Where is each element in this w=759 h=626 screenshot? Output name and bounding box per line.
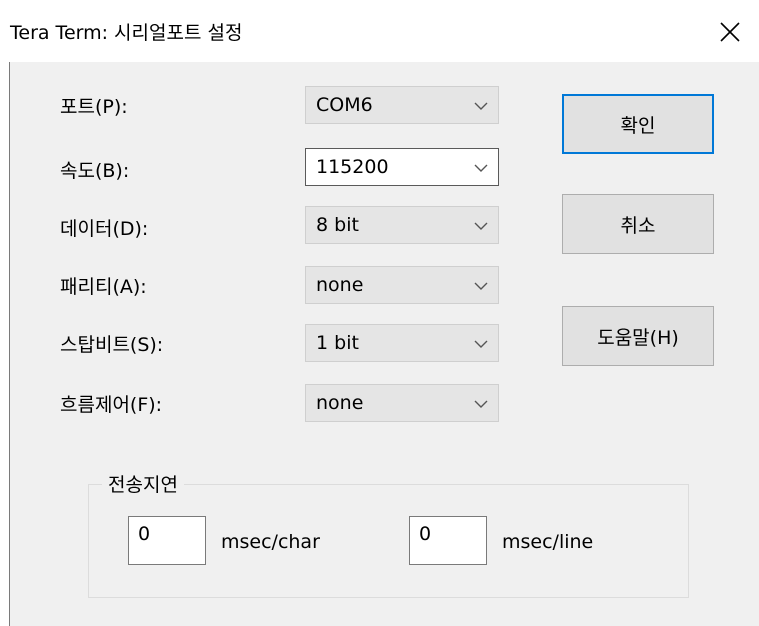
speed-label: 속도(B): [60,160,130,182]
line-delay-input[interactable] [410,517,486,564]
help-button[interactable]: 도움말(H) [562,306,714,366]
stop-bits-label: 스탑비트(S): [60,334,164,356]
chevron-down-icon [474,102,488,110]
title-bar: Tera Term: 시리얼포트 설정 [0,0,759,62]
chevron-down-icon [474,400,488,408]
parity-select[interactable]: none [305,266,499,304]
data-bits-label: 데이터(D): [60,218,149,240]
transmit-delay-title: 전송지연 [102,470,184,497]
flow-control-label: 흐름제어(F): [60,394,163,416]
char-delay-input[interactable] [129,517,205,564]
close-icon [719,22,740,42]
port-value: COM6 [316,94,373,116]
close-button[interactable] [700,6,759,58]
window-title: Tera Term: 시리얼포트 설정 [10,22,243,44]
stop-bits-select[interactable]: 1 bit [305,324,499,362]
parity-value: none [316,274,364,296]
line-delay-field[interactable] [409,516,487,565]
speed-combobox[interactable]: 115200 [305,148,499,186]
speed-value: 115200 [316,156,389,178]
flow-control-value: none [316,392,364,414]
chevron-down-icon [474,222,488,230]
port-select[interactable]: COM6 [305,86,499,124]
parity-label: 패리티(A): [60,276,147,298]
chevron-down-icon [474,282,488,290]
char-delay-field[interactable] [128,516,206,565]
chevron-down-icon [474,164,488,172]
port-label: 포트(P): [60,96,128,118]
stop-bits-value: 1 bit [316,332,359,354]
line-delay-unit: msec/line [502,531,594,553]
data-bits-value: 8 bit [316,214,359,236]
char-delay-unit: msec/char [221,531,320,553]
chevron-down-icon [474,340,488,348]
cancel-button[interactable]: 취소 [562,194,714,254]
data-bits-select[interactable]: 8 bit [305,206,499,244]
flow-control-select[interactable]: none [305,384,499,422]
serial-port-setup-dialog: Tera Term: 시리얼포트 설정 포트(P): COM6 속도(B): 1… [0,0,759,626]
ok-button[interactable]: 확인 [562,94,714,154]
